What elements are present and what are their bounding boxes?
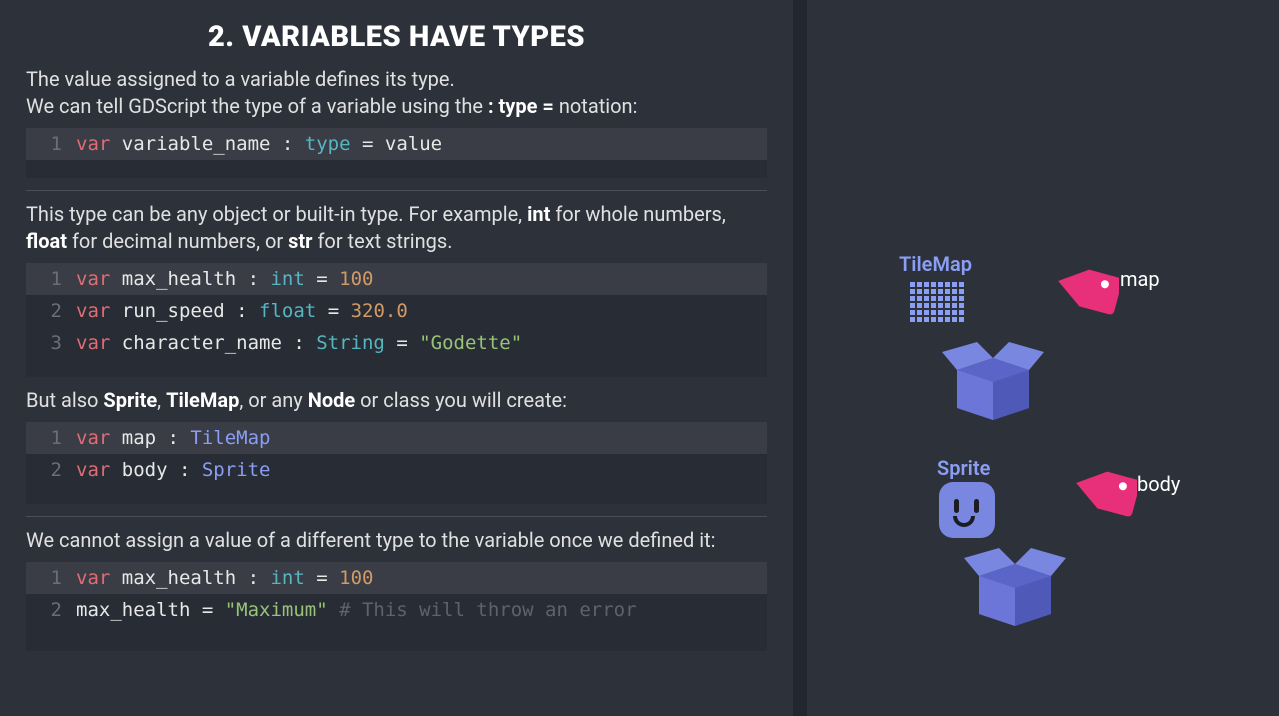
intro-line-2a: We can tell GDScript the type of a varia…: [26, 94, 488, 118]
line-number: 2: [26, 300, 76, 322]
intro-line-1: The value assigned to a variable defines…: [26, 67, 455, 91]
code-line: 2 max_health = "Maximum" # This will thr…: [26, 594, 767, 626]
line-number: 1: [26, 427, 76, 449]
code-line: 3 var character_name : String = "Godette…: [26, 327, 767, 359]
divider-line: [26, 516, 767, 517]
paragraph-3: But also Sprite, TileMap, or any Node or…: [26, 387, 767, 414]
box-icon: [959, 546, 1071, 634]
box-icon: [937, 340, 1049, 428]
map-label: map: [1120, 267, 1160, 291]
code-line: 1 var max_health : int = 100: [26, 263, 767, 295]
tag-icon: [1067, 466, 1137, 524]
tag-icon: [1049, 264, 1119, 322]
intro-notation: : type =: [488, 94, 554, 118]
line-number: 1: [26, 268, 76, 290]
code-block-2: 1 var max_health : int = 100 2 var run_s…: [26, 263, 767, 377]
sprite-face-icon: [939, 482, 995, 538]
code-block-3: 1 var map : TileMap 2 var body : Sprite: [26, 422, 767, 504]
intro-line-2c: notation:: [554, 94, 638, 118]
code-block-4: 1 var max_health : int = 100 2 max_healt…: [26, 562, 767, 651]
paragraph-2: This type can be any object or built-in …: [26, 201, 767, 255]
line-number: 2: [26, 599, 76, 621]
sprite-label: Sprite: [937, 456, 990, 480]
line-number: 3: [26, 332, 76, 354]
line-number: 1: [26, 133, 76, 155]
panel-divider: [793, 0, 807, 716]
line-number: 1: [26, 567, 76, 589]
code-text: var variable_name : type = value: [76, 133, 442, 155]
code-line: 1 var variable_name : type = value: [26, 128, 767, 160]
line-number: 2: [26, 459, 76, 481]
page-title: 2. VARIABLES HAVE TYPES: [26, 20, 767, 54]
code-line: 2 var run_speed : float = 320.0: [26, 295, 767, 327]
code-block-1: 1 var variable_name : type = value: [26, 128, 767, 178]
divider-line: [26, 190, 767, 191]
code-line: 2 var body : Sprite: [26, 454, 767, 486]
tilemap-grid-icon: [910, 282, 964, 322]
intro-paragraph: The value assigned to a variable defines…: [26, 66, 767, 120]
paragraph-4: We cannot assign a value of a different …: [26, 527, 767, 554]
body-label: body: [1137, 472, 1180, 496]
code-line: 1 var map : TileMap: [26, 422, 767, 454]
code-line: 1 var max_health : int = 100: [26, 562, 767, 594]
illustration-panel: TileMap map Sprite: [807, 0, 1279, 716]
tilemap-label: TileMap: [899, 252, 972, 276]
content-panel: 2. VARIABLES HAVE TYPES The value assign…: [0, 0, 793, 716]
